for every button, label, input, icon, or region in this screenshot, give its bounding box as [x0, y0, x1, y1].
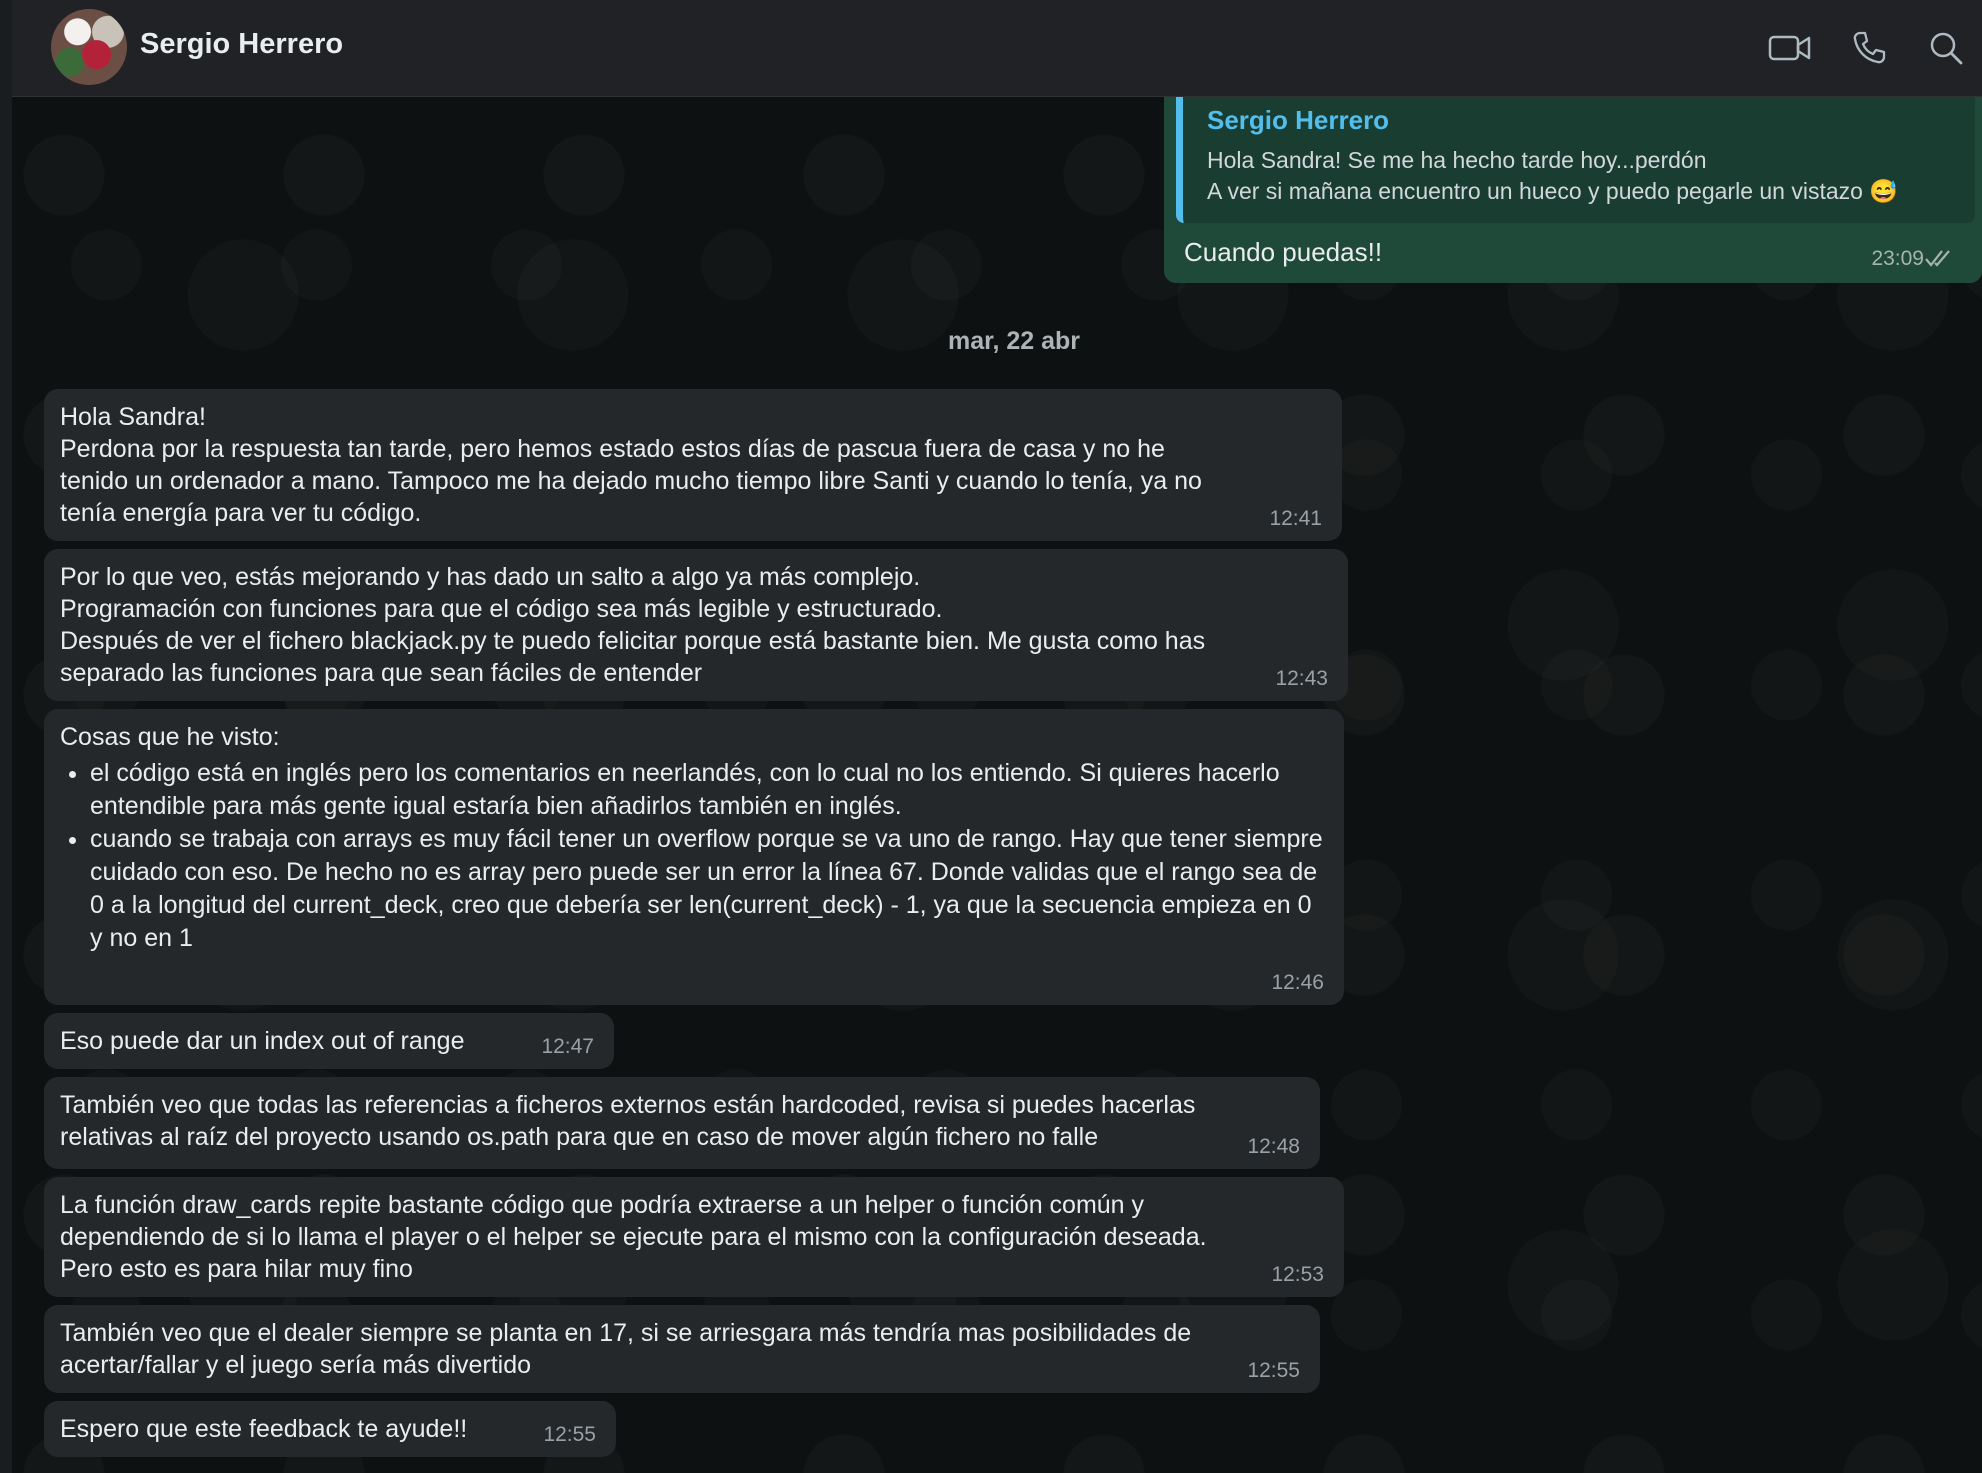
quote-author: Sergio Herrero: [1207, 105, 1390, 135]
message-text: Cuando puedas!!: [1184, 237, 1383, 267]
message-text: También veo que todas las referencias a …: [60, 1091, 1196, 1151]
message-text: Cosas que he visto:: [60, 723, 280, 751]
message-time: 23:09: [1871, 247, 1924, 270]
message-time: 12:43: [1275, 667, 1328, 690]
incoming-message[interactable]: Eso puede dar un index out of range 12:4…: [44, 1013, 614, 1069]
message-text: Por lo que veo, estás mejorando y has da…: [60, 563, 1206, 687]
incoming-message[interactable]: La función draw_cards repite bastante có…: [44, 1177, 1344, 1297]
quoted-message[interactable]: Sergio Herrero Hola Sandra! Se me ha hec…: [1176, 97, 1975, 223]
message-time: 12:53: [1271, 1263, 1324, 1286]
incoming-message[interactable]: Cosas que he visto: el código está en in…: [44, 709, 1344, 1005]
date-separator: mar, 22 abr: [947, 326, 1081, 355]
outgoing-message[interactable]: Sergio Herrero Hola Sandra! Se me ha hec…: [1164, 97, 1982, 283]
incoming-message[interactable]: Espero que este feedback te ayude!! 12:5…: [44, 1401, 616, 1457]
list-item: el código está en inglés pero los coment…: [90, 757, 1328, 823]
incoming-message[interactable]: También veo que todas las referencias a …: [44, 1077, 1320, 1169]
incoming-message[interactable]: Hola Sandra! Perdona por la respuesta ta…: [44, 389, 1342, 541]
incoming-message[interactable]: Por lo que veo, estás mejorando y has da…: [44, 549, 1348, 701]
message-time: 12:55: [543, 1423, 596, 1446]
chat-header: Sergio Herrero: [12, 0, 1982, 97]
message-text: También veo que el dealer siempre se pla…: [60, 1319, 1192, 1379]
message-text: La función draw_cards repite bastante có…: [60, 1191, 1207, 1283]
list-item: cuando se trabaja con arrays es muy fáci…: [90, 823, 1328, 955]
message-time: 12:41: [1269, 507, 1322, 530]
message-text: Eso puede dar un index out of range: [60, 1027, 465, 1055]
message-time: 12:46: [1271, 971, 1324, 994]
message-text: Espero que este feedback te ayude!!: [60, 1415, 468, 1443]
avatar[interactable]: [51, 9, 127, 85]
double-check-icon: [1924, 247, 1954, 274]
search-icon[interactable]: [1922, 24, 1970, 72]
quote-text: Hola Sandra! Se me ha hecho tarde hoy...…: [1207, 147, 1898, 204]
message-time: 12:47: [541, 1035, 594, 1058]
incoming-message[interactable]: También veo que el dealer siempre se pla…: [44, 1305, 1320, 1393]
chat-area[interactable]: Sergio Herrero Hola Sandra! Se me ha hec…: [12, 97, 1982, 1473]
bullet-list: el código está en inglés pero los coment…: [60, 757, 1328, 955]
contact-name[interactable]: Sergio Herrero: [140, 28, 343, 61]
message-time: 12:48: [1247, 1135, 1300, 1158]
message-text: Hola Sandra! Perdona por la respuesta ta…: [60, 403, 1202, 527]
message-time: 12:55: [1247, 1359, 1300, 1382]
video-call-icon[interactable]: [1766, 24, 1814, 72]
voice-call-icon[interactable]: [1845, 24, 1893, 72]
